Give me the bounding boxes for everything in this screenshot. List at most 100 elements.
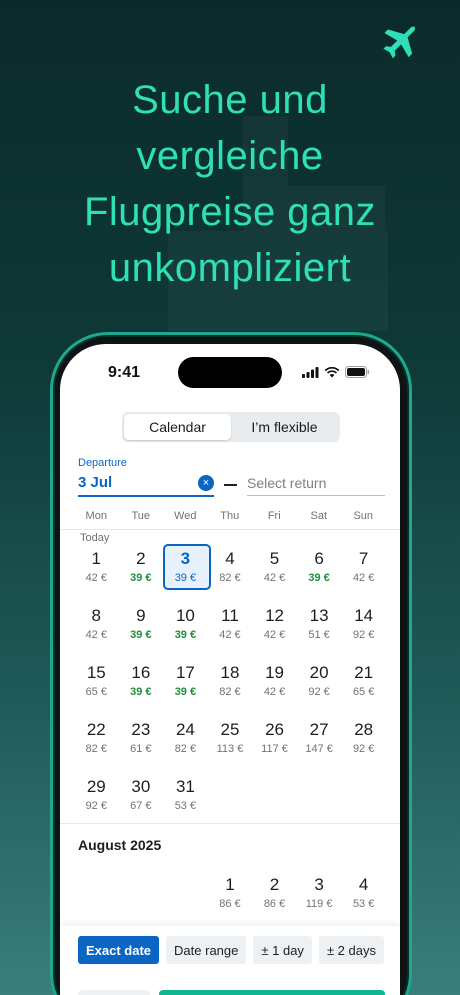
chip-exact-date[interactable]: Exact date — [78, 936, 160, 964]
day-number: 23 — [131, 720, 151, 739]
date-mode-chips: Exact date Date range ± 1 day ± 2 days — [78, 936, 384, 964]
calendar-day[interactable]: 17 39 € — [163, 658, 208, 715]
calendar-day[interactable]: 9 39 € — [119, 601, 164, 658]
calendar-day[interactable]: 2 86 € — [252, 870, 297, 927]
day-price: 82 € — [219, 572, 241, 584]
day-number: 25 — [220, 720, 240, 739]
confirm-button[interactable] — [159, 990, 385, 995]
day-price: 92 € — [85, 800, 107, 812]
calendar-day[interactable]: 26 117 € — [252, 715, 297, 772]
calendar-week: 1 42 € 2 39 € 3 39 € 4 82 € 5 42 € 6 39 € 7 42 € — [74, 544, 386, 601]
calendar-day[interactable]: 13 51 € — [297, 601, 342, 658]
calendar-day[interactable]: 21 65 € — [341, 658, 386, 715]
calendar-day-selected[interactable]: 3 39 € — [163, 544, 211, 601]
status-time: 9:41 — [108, 364, 141, 381]
empty-cell — [252, 772, 297, 829]
day-number: 1 — [225, 875, 235, 894]
day-price: 86 € — [219, 898, 241, 910]
return-underline — [247, 495, 385, 496]
calendar-day[interactable]: 1 86 € — [208, 870, 253, 927]
reset-button[interactable] — [78, 990, 150, 995]
calendar-week: 29 92 € 30 67 € 31 53 € — [74, 772, 386, 829]
weekday-label: Sat — [310, 510, 327, 522]
calendar-day[interactable]: 15 65 € — [74, 658, 119, 715]
calendar-day[interactable]: 6 39 € — [297, 544, 342, 601]
headline-line: Suche und — [132, 78, 328, 122]
day-number: 2 — [269, 875, 280, 894]
day-price: 113 € — [216, 743, 244, 755]
chip-plus-minus-2-days[interactable]: ± 2 days — [318, 936, 384, 964]
calendar-grid-july: 1 42 € 2 39 € 3 39 € 4 82 € 5 42 € 6 39 € 7 42 € 8 42 €… — [74, 544, 386, 829]
day-number: 3 — [180, 549, 191, 568]
day-number: 7 — [358, 549, 369, 568]
calendar-day[interactable]: 30 67 € — [119, 772, 164, 829]
calendar-day[interactable]: 18 82 € — [208, 658, 253, 715]
calendar-day[interactable]: 14 92 € — [341, 601, 386, 658]
day-price: 67 € — [130, 800, 152, 812]
calendar-day[interactable]: 20 92 € — [297, 658, 342, 715]
calendar-day[interactable]: 31 53 € — [163, 772, 208, 829]
month-title: August 2025 — [78, 837, 162, 853]
calendar-day[interactable]: 12 42 € — [252, 601, 297, 658]
day-number: 12 — [265, 606, 284, 625]
day-price: 53 € — [352, 898, 375, 910]
day-number: 6 — [314, 549, 324, 568]
calendar-day[interactable]: 28 92 € — [341, 715, 386, 772]
calendar-day[interactable]: 3 119 € — [297, 870, 342, 927]
calendar-day[interactable]: 5 42 € — [252, 544, 297, 601]
day-number: 11 — [221, 606, 239, 625]
day-price: 42 € — [85, 572, 107, 584]
calendar-week: 22 82 €23 61 €24 82 €25 113 €26 117 €27 147 €2… — [74, 715, 386, 772]
weekday-label: Tue — [131, 510, 151, 522]
day-number: 15 — [86, 663, 106, 682]
calendar-day[interactable]: 29 92 € — [74, 772, 119, 829]
status-icons — [302, 366, 370, 378]
calendar-day[interactable]: 8 42 € — [74, 601, 119, 658]
tab-calendar[interactable]: Calendar — [124, 414, 231, 440]
chip-plus-minus-1-day[interactable]: ± 1 day — [253, 936, 312, 964]
tab-flexible[interactable]: I’m flexible — [231, 414, 338, 440]
calendar-day[interactable]: 10 39 € — [163, 601, 208, 658]
calendar-day[interactable]: 25 113 € — [208, 715, 253, 772]
day-number: 5 — [269, 549, 280, 568]
day-price: 39 € — [174, 572, 197, 584]
calendar-day[interactable]: 1 42 € — [74, 544, 119, 601]
divider — [60, 823, 400, 824]
day-number: 2 — [136, 549, 146, 568]
day-number: 20 — [309, 663, 329, 682]
return-field[interactable]: Select return — [247, 475, 326, 491]
day-number: 13 — [309, 606, 329, 625]
empty-cell — [341, 772, 386, 829]
clear-departure-button[interactable]: × — [198, 475, 214, 491]
calendar-day[interactable]: 11 42 € — [208, 601, 253, 658]
day-number: 10 — [175, 606, 195, 625]
day-number: 4 — [225, 549, 235, 568]
calendar-day[interactable]: 23 61 € — [119, 715, 164, 772]
day-price: 42 € — [219, 629, 241, 641]
day-price: 147 € — [305, 743, 333, 755]
day-price: 42 € — [263, 572, 286, 584]
calendar-week: 15 65 € 16 39 € 17 39 € 18 82 € 19 42 € 20 92 € 21 65… — [74, 658, 386, 715]
calendar-day[interactable]: 4 53 € — [341, 870, 386, 927]
day-price: 82 € — [85, 743, 107, 755]
calendar-day[interactable]: 24 82 € — [163, 715, 208, 772]
day-number: 29 — [86, 777, 106, 796]
calendar-day[interactable]: 16 39 € — [119, 658, 164, 715]
weekday-label: Sun — [353, 510, 374, 522]
calendar-day[interactable]: 7 42 € — [341, 544, 386, 601]
chip-date-range[interactable]: Date range — [166, 936, 247, 964]
day-price: 39 € — [130, 572, 152, 584]
calendar-day[interactable]: 4 82 € — [208, 544, 253, 601]
weekday-label: Wed — [174, 510, 197, 522]
calendar-day[interactable]: 27 147 € — [297, 715, 342, 772]
day-price: 53 € — [174, 800, 197, 812]
empty-cell — [208, 772, 253, 829]
departure-field[interactable]: 3 Jul — [78, 474, 112, 491]
weekday-label: Fri — [267, 510, 281, 522]
headline: Suche und vergleiche Flugpreise ganz unk… — [0, 72, 460, 296]
calendar-day[interactable]: 22 82 € — [74, 715, 119, 772]
day-number: 22 — [86, 720, 106, 739]
mode-toggle: Calendar I’m flexible — [122, 412, 340, 442]
calendar-day[interactable]: 19 42 € — [252, 658, 297, 715]
calendar-day[interactable]: 2 39 € — [119, 544, 164, 601]
